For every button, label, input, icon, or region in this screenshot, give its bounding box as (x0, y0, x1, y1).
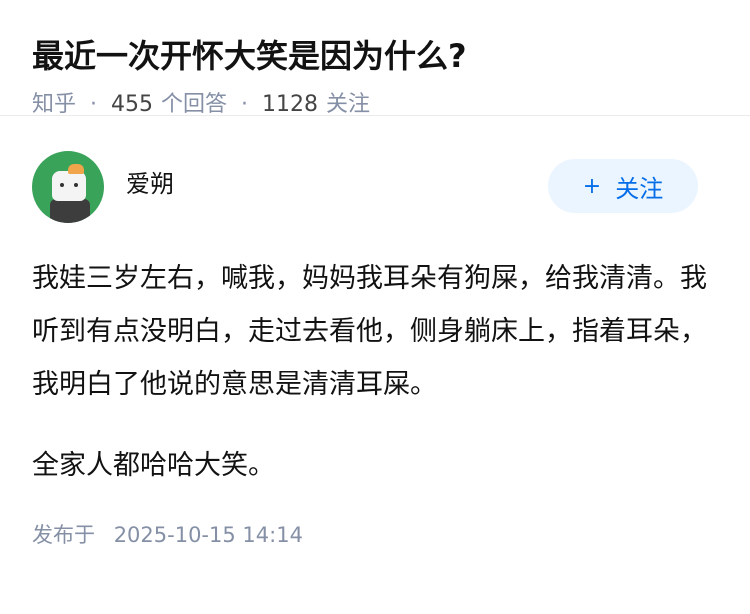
answer-card: 爱朔 + 关注 我娃三岁左右，喊我，妈妈我耳朵有狗屎，给我清清。我听到有点没明白… (0, 150, 750, 550)
question-meta: 知乎 · 455 个回答 · 1128 关注 (32, 90, 718, 120)
follower-count-label: 关注 (326, 92, 371, 117)
answer-paragraph: 全家人都哈哈大笑。 (32, 450, 275, 481)
question-header: 最近一次开怀大笑是因为什么? 知乎 · 455 个回答 · 1128 关注 (0, 0, 750, 117)
avatar-ear-shape (68, 164, 84, 174)
question-title[interactable]: 最近一次开怀大笑是因为什么? (32, 34, 718, 78)
separator-dot: · (241, 92, 249, 117)
avatar-eye-shape (74, 183, 78, 187)
author-name[interactable]: 爱朔 (126, 168, 174, 200)
follower-count: 1128 (262, 92, 319, 117)
avatar-eye-shape (60, 183, 64, 187)
dog-avatar-icon[interactable] (32, 151, 104, 223)
answer-body: 我娃三岁左右，喊我，妈妈我耳朵有狗屎，给我清清。我听到有点没明白，走过去看他，侧… (32, 252, 718, 492)
separator-dot: · (90, 92, 98, 117)
publish-info: 发布于 2025-10-15 14:14 (32, 520, 718, 550)
answer-count-label: 个回答 (161, 92, 228, 117)
avatar-body-shape (50, 199, 90, 223)
follow-button[interactable]: + 关注 (548, 159, 698, 213)
source-label[interactable]: 知乎 (32, 90, 76, 120)
publish-datetime: 2025-10-15 14:14 (113, 523, 303, 547)
publish-label: 发布于 (32, 523, 95, 547)
avatar-face-shape (52, 171, 86, 201)
follow-button-label: 关注 (615, 174, 664, 203)
author-row: 爱朔 + 关注 (32, 150, 718, 224)
answer-count: 455 (111, 92, 154, 117)
plus-icon: + (582, 173, 602, 199)
answer-paragraph: 我娃三岁左右，喊我，妈妈我耳朵有狗屎，给我清清。我听到有点没明白，走过去看他，侧… (32, 263, 707, 400)
